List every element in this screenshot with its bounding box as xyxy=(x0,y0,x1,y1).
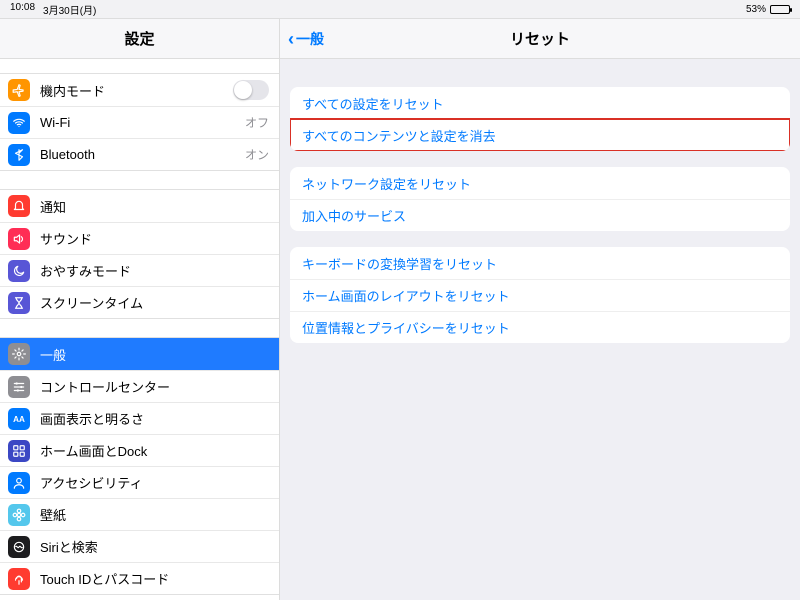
finger-icon xyxy=(8,568,30,590)
reset-option-reset-network[interactable]: ネットワーク設定をリセット xyxy=(290,167,790,199)
reset-option-label: 加入中のサービス xyxy=(302,206,406,225)
sidebar-item-accessibility[interactable]: アクセシビリティ xyxy=(0,466,279,498)
sidebar-item-display[interactable]: AA 画面表示と明るさ xyxy=(0,402,279,434)
sidebar-item-sounds[interactable]: サウンド xyxy=(0,222,279,254)
siri-icon xyxy=(8,536,30,558)
sidebar-item-screentime[interactable]: スクリーンタイム xyxy=(0,286,279,318)
detail-title: リセット xyxy=(510,28,570,49)
sidebar-item-label: Touch IDとパスコード xyxy=(40,569,269,588)
detail-header: ‹ 一般 リセット xyxy=(280,19,800,59)
sidebar-item-label: 通知 xyxy=(40,197,269,216)
sidebar-item-label: 機内モード xyxy=(40,81,233,100)
reset-option-label: ネットワーク設定をリセット xyxy=(302,174,471,193)
sidebar-item-label: コントロールセンター xyxy=(40,377,269,396)
sidebar-item-label: 壁紙 xyxy=(40,505,269,524)
sidebar-item-label: ホーム画面とDock xyxy=(40,441,269,460)
grid-icon xyxy=(8,440,30,462)
sidebar-item-touchid[interactable]: Touch IDとパスコード xyxy=(0,562,279,594)
reset-option-erase-all[interactable]: すべてのコンテンツと設定を消去 xyxy=(290,119,790,151)
battery-icon xyxy=(770,5,790,14)
detail-pane: ‹ 一般 リセット すべての設定をリセットすべてのコンテンツと設定を消去ネットワ… xyxy=(280,19,800,600)
sidebar-item-label: サウンド xyxy=(40,229,269,248)
hourglass-icon xyxy=(8,292,30,314)
chevron-left-icon: ‹ xyxy=(288,30,294,48)
wifi-icon xyxy=(8,112,30,134)
status-time: 10:08 xyxy=(10,2,35,17)
back-label: 一般 xyxy=(296,29,324,49)
sidebar-item-siri[interactable]: Siriと検索 xyxy=(0,530,279,562)
sidebar-item-label: アクセシビリティ xyxy=(40,473,269,492)
reset-option-label: 位置情報とプライバシーをリセット xyxy=(302,318,510,337)
sidebar-item-bluetooth[interactable]: Bluetoothオン xyxy=(0,138,279,170)
reset-option-label: すべてのコンテンツと設定を消去 xyxy=(302,126,496,145)
sidebar-item-wallpaper[interactable]: 壁紙 xyxy=(0,498,279,530)
reset-option-reset-home[interactable]: ホーム画面のレイアウトをリセット xyxy=(290,279,790,311)
sidebar-item-label: Wi-Fi xyxy=(40,115,245,130)
person-icon xyxy=(8,472,30,494)
sidebar-item-value: オン xyxy=(245,146,269,163)
reset-option-label: すべての設定をリセット xyxy=(302,94,444,113)
reset-option-subscribed-services[interactable]: 加入中のサービス xyxy=(290,199,790,231)
airplane-icon xyxy=(8,79,30,101)
sidebar-item-dnd[interactable]: おやすみモード xyxy=(0,254,279,286)
sidebar-item-label: Bluetooth xyxy=(40,147,245,162)
svg-text:AA: AA xyxy=(13,414,25,423)
aa-icon: AA xyxy=(8,408,30,430)
reset-option-reset-keyboard[interactable]: キーボードの変換学習をリセット xyxy=(290,247,790,279)
bluetooth-icon xyxy=(8,144,30,166)
airplane-toggle[interactable] xyxy=(233,80,269,100)
sidebar-item-label: Siriと検索 xyxy=(40,537,269,556)
sidebar-item-label: おやすみモード xyxy=(40,261,269,280)
sidebar-item-airplane[interactable]: 機内モード xyxy=(0,74,279,106)
bell-icon xyxy=(8,195,30,217)
status-battery-label: 53% xyxy=(746,4,766,15)
flower-icon xyxy=(8,504,30,526)
sidebar-item-notifications[interactable]: 通知 xyxy=(0,190,279,222)
status-bar: 10:08 3月30日(月) 53% xyxy=(0,0,800,18)
speaker-icon xyxy=(8,228,30,250)
sidebar-item-label: 一般 xyxy=(40,345,269,364)
sidebar-item-label: スクリーンタイム xyxy=(40,293,269,312)
sidebar-item-label: 画面表示と明るさ xyxy=(40,409,269,428)
moon-icon xyxy=(8,260,30,282)
sliders-icon xyxy=(8,376,30,398)
back-button[interactable]: ‹ 一般 xyxy=(288,19,324,59)
sidebar-item-home[interactable]: ホーム画面とDock xyxy=(0,434,279,466)
reset-option-reset-all-settings[interactable]: すべての設定をリセット xyxy=(290,87,790,119)
settings-sidebar: 設定 機内モードWi-FiオフBluetoothオン通知サウンドおやすみモードス… xyxy=(0,19,280,600)
reset-option-label: ホーム画面のレイアウトをリセット xyxy=(302,286,510,305)
status-date: 3月30日(月) xyxy=(43,2,96,17)
reset-option-reset-location[interactable]: 位置情報とプライバシーをリセット xyxy=(290,311,790,343)
reset-option-label: キーボードの変換学習をリセット xyxy=(302,254,497,273)
sidebar-item-general[interactable]: 一般 xyxy=(0,338,279,370)
sidebar-item-wifi[interactable]: Wi-Fiオフ xyxy=(0,106,279,138)
sidebar-item-value: オフ xyxy=(245,114,269,131)
sidebar-title: 設定 xyxy=(0,19,279,59)
gear-icon xyxy=(8,343,30,365)
sidebar-item-controlcenter[interactable]: コントロールセンター xyxy=(0,370,279,402)
